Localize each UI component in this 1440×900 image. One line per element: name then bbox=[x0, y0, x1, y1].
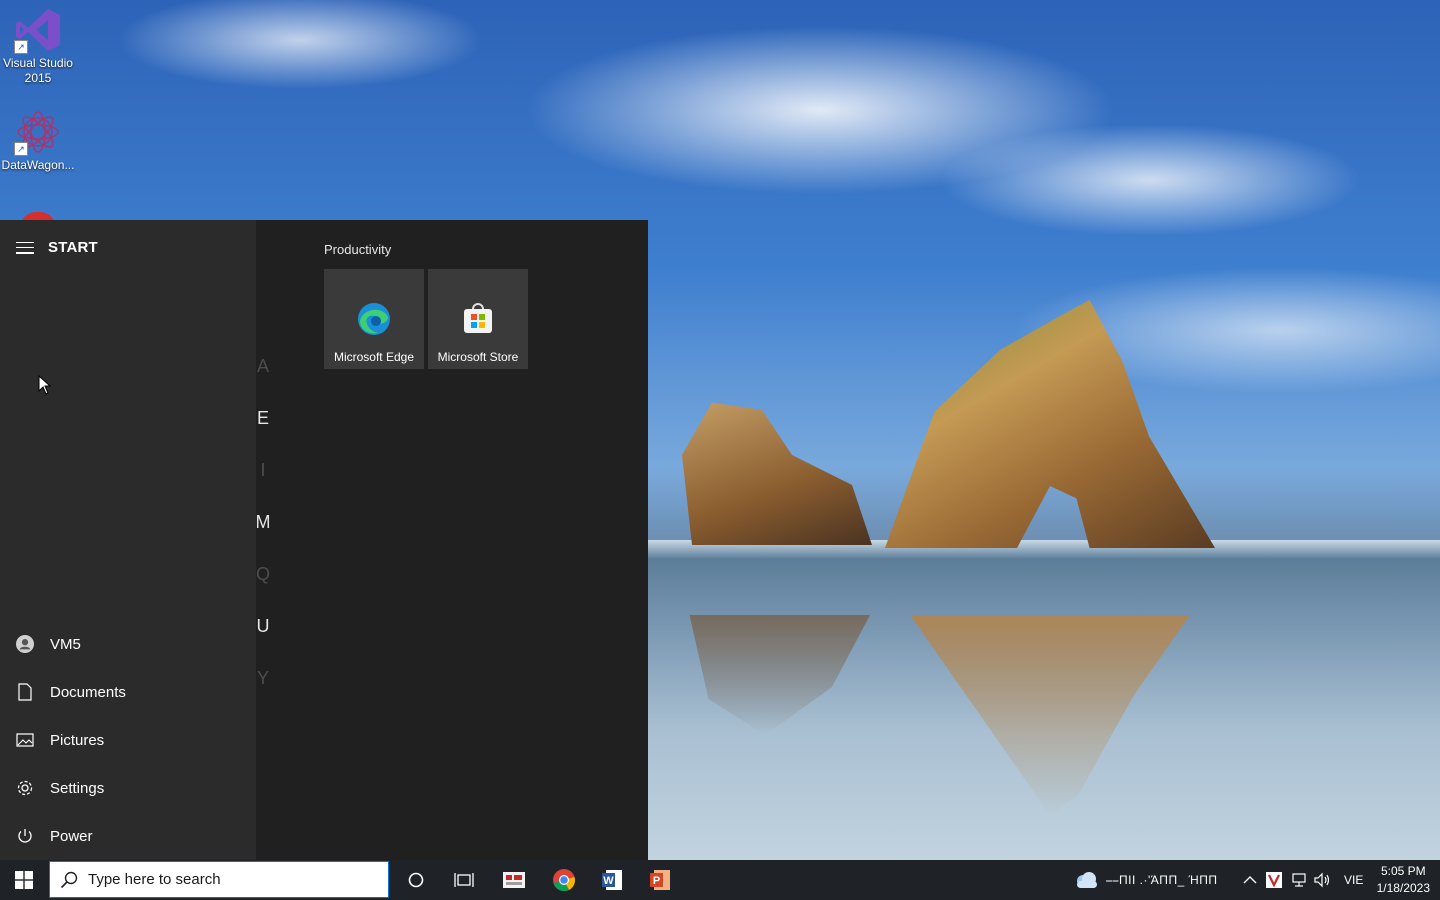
start-title: START bbox=[48, 239, 98, 256]
powerpoint-button[interactable]: P bbox=[636, 860, 684, 900]
windows-logo-icon bbox=[15, 871, 33, 889]
clock-time: 5:05 PM bbox=[1380, 864, 1426, 878]
store-icon bbox=[460, 301, 496, 337]
svg-text:W: W bbox=[603, 875, 614, 887]
user-icon bbox=[16, 635, 34, 653]
hamburger-menu-icon[interactable] bbox=[16, 241, 34, 254]
start-menu-sidebar: START VM5 Documents Pictures Settings Po… bbox=[0, 220, 256, 860]
cortana-button[interactable] bbox=[392, 860, 440, 900]
taskbar-search-input[interactable]: Type here to search bbox=[49, 861, 389, 898]
tile-microsoft-store[interactable]: Microsoft Store bbox=[428, 269, 528, 369]
letter-index[interactable]: M bbox=[256, 496, 271, 548]
language-label: VIE bbox=[1344, 873, 1364, 887]
start-nav-label: Pictures bbox=[50, 731, 105, 749]
document-icon bbox=[16, 683, 34, 701]
network-icon bbox=[1292, 873, 1306, 887]
word-button[interactable]: W bbox=[588, 860, 636, 900]
vivaldi-icon bbox=[1266, 872, 1282, 888]
task-view-button[interactable] bbox=[440, 860, 488, 900]
chrome-button[interactable] bbox=[540, 860, 588, 900]
start-header[interactable]: START bbox=[16, 239, 98, 256]
wallpaper-rock-arch bbox=[885, 300, 1215, 548]
start-nav-user[interactable]: VM5 bbox=[0, 620, 256, 668]
start-nav-documents[interactable]: Documents bbox=[0, 668, 256, 716]
power-icon bbox=[16, 827, 34, 845]
start-nav-power[interactable]: Power bbox=[0, 812, 256, 860]
start-nav-pictures[interactable]: Pictures bbox=[0, 716, 256, 764]
start-nav-label: Power bbox=[50, 827, 93, 845]
app-list-letters: A E I M Q U Y bbox=[256, 340, 271, 704]
task-view-icon bbox=[454, 873, 474, 887]
weather-widget[interactable]: ⎯⎯ΠΙΙ .·'ΆΠΠ_ ΉΠΠ bbox=[1072, 860, 1218, 900]
start-button[interactable] bbox=[0, 860, 48, 900]
tile-microsoft-edge[interactable]: Microsoft Edge bbox=[324, 269, 424, 369]
desktop-icon-visual-studio[interactable]: ↗ Visual Studio 2015 bbox=[0, 6, 76, 86]
word-icon: W bbox=[602, 870, 622, 890]
taskbar: Type here to search W P ⎯⎯ΠΙΙ .·'ΆΠΠ_ ΉΠ… bbox=[0, 860, 1440, 900]
weather-cloud-icon bbox=[1077, 872, 1097, 888]
desktop-icon-label: DataWagon... bbox=[1, 158, 75, 172]
pictures-icon bbox=[16, 731, 34, 749]
taskbar-app-button[interactable] bbox=[490, 860, 538, 900]
edge-icon bbox=[356, 301, 392, 337]
network-button[interactable] bbox=[1290, 860, 1308, 900]
letter-index[interactable]: A bbox=[256, 340, 270, 392]
tile-label: Microsoft Edge bbox=[333, 350, 415, 364]
speaker-icon bbox=[1314, 872, 1330, 888]
search-placeholder: Type here to search bbox=[88, 871, 221, 888]
tile-group-title[interactable]: Productivity bbox=[324, 242, 391, 257]
chevron-up-icon bbox=[1243, 876, 1257, 884]
tray-app-icon[interactable] bbox=[1266, 860, 1282, 900]
svg-text:P: P bbox=[653, 875, 660, 887]
clock-date: 1/18/2023 bbox=[1376, 881, 1430, 895]
gear-icon bbox=[16, 779, 34, 797]
weather-text: ⎯⎯ΠΙΙ .·'ΆΠΠ_ ΉΠΠ bbox=[1106, 872, 1218, 887]
tile-label: Microsoft Store bbox=[437, 350, 519, 364]
language-indicator[interactable]: VIE bbox=[1344, 860, 1363, 900]
start-nav-settings[interactable]: Settings bbox=[0, 764, 256, 812]
start-nav-list: VM5 Documents Pictures Settings Power bbox=[0, 620, 256, 860]
start-nav-label: Settings bbox=[50, 779, 105, 797]
wallpaper-rock bbox=[682, 402, 872, 545]
letter-index[interactable]: Y bbox=[256, 652, 270, 704]
show-hidden-icons-button[interactable] bbox=[1243, 860, 1257, 900]
datawagon-icon: ↗ bbox=[14, 108, 62, 156]
chrome-icon bbox=[553, 869, 575, 892]
letter-index[interactable]: Q bbox=[256, 548, 270, 600]
clock[interactable]: 5:05 PM 1/18/2023 bbox=[1377, 863, 1430, 897]
desktop-icon-label: Visual Studio 2015 bbox=[3, 56, 73, 85]
volume-button[interactable] bbox=[1314, 860, 1332, 900]
search-icon bbox=[60, 871, 78, 888]
shortcut-arrow-icon: ↗ bbox=[14, 142, 28, 156]
shortcut-arrow-icon: ↗ bbox=[14, 40, 28, 54]
start-nav-label: Documents bbox=[50, 683, 126, 701]
letter-index[interactable]: E bbox=[256, 392, 270, 444]
mouse-cursor-icon bbox=[38, 375, 52, 395]
desktop-icon-datawagon[interactable]: ↗ DataWagon... bbox=[0, 108, 76, 173]
powerpoint-icon: P bbox=[650, 870, 670, 890]
cortana-icon bbox=[408, 872, 424, 888]
start-menu: START VM5 Documents Pictures Settings Po… bbox=[0, 220, 648, 860]
start-nav-label: VM5 bbox=[50, 635, 81, 653]
letter-index[interactable]: U bbox=[256, 600, 270, 652]
letter-index[interactable]: I bbox=[256, 444, 270, 496]
visual-studio-icon: ↗ bbox=[14, 6, 62, 54]
app-icon bbox=[503, 872, 525, 888]
